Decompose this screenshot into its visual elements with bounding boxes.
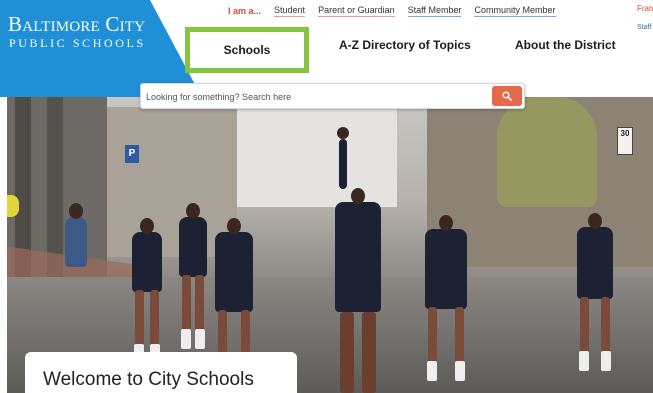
- welcome-card: Welcome to City Schools: [25, 352, 297, 393]
- audience-links: I am a... Student Parent or Guardian Sta…: [228, 3, 556, 19]
- search-button[interactable]: [492, 86, 522, 106]
- dancer-figure: [179, 203, 207, 349]
- audience-link-staff[interactable]: Staff Member: [407, 5, 462, 17]
- nav-item-schools[interactable]: Schools: [185, 27, 309, 73]
- dancer-figure: [215, 218, 253, 372]
- nav-item-az-directory[interactable]: A-Z Directory of Topics: [339, 38, 471, 52]
- staff-link[interactable]: Staff: [637, 24, 651, 31]
- audience-link-parent[interactable]: Parent or Guardian: [318, 5, 395, 17]
- search-icon: [502, 91, 512, 101]
- search-input[interactable]: [146, 88, 486, 105]
- nav-item-about-district[interactable]: About the District: [515, 38, 616, 52]
- dancer-figure: [132, 218, 162, 364]
- audience-link-community[interactable]: Community Member: [474, 5, 556, 17]
- search-bar: [140, 83, 525, 109]
- spectator-figure: [65, 203, 87, 267]
- dancer-figure: [577, 213, 613, 371]
- audience-link-student[interactable]: Student: [274, 5, 306, 17]
- audience-prompt: I am a...: [228, 6, 262, 16]
- hero-image: P 30: [7, 97, 653, 393]
- logo-line-2: PUBLIC SCHOOLS: [9, 36, 146, 50]
- logo-line-1: Baltimore City: [8, 12, 146, 36]
- dancer-figure: [425, 215, 467, 381]
- welcome-heading: Welcome to City Schools: [43, 369, 254, 390]
- parking-sign: P: [125, 145, 139, 163]
- language-link[interactable]: Fran: [637, 4, 653, 13]
- nav-item-schools-label: Schools: [223, 43, 271, 57]
- dancer-figure: [335, 188, 381, 312]
- speed-limit-sign: 30: [617, 127, 633, 155]
